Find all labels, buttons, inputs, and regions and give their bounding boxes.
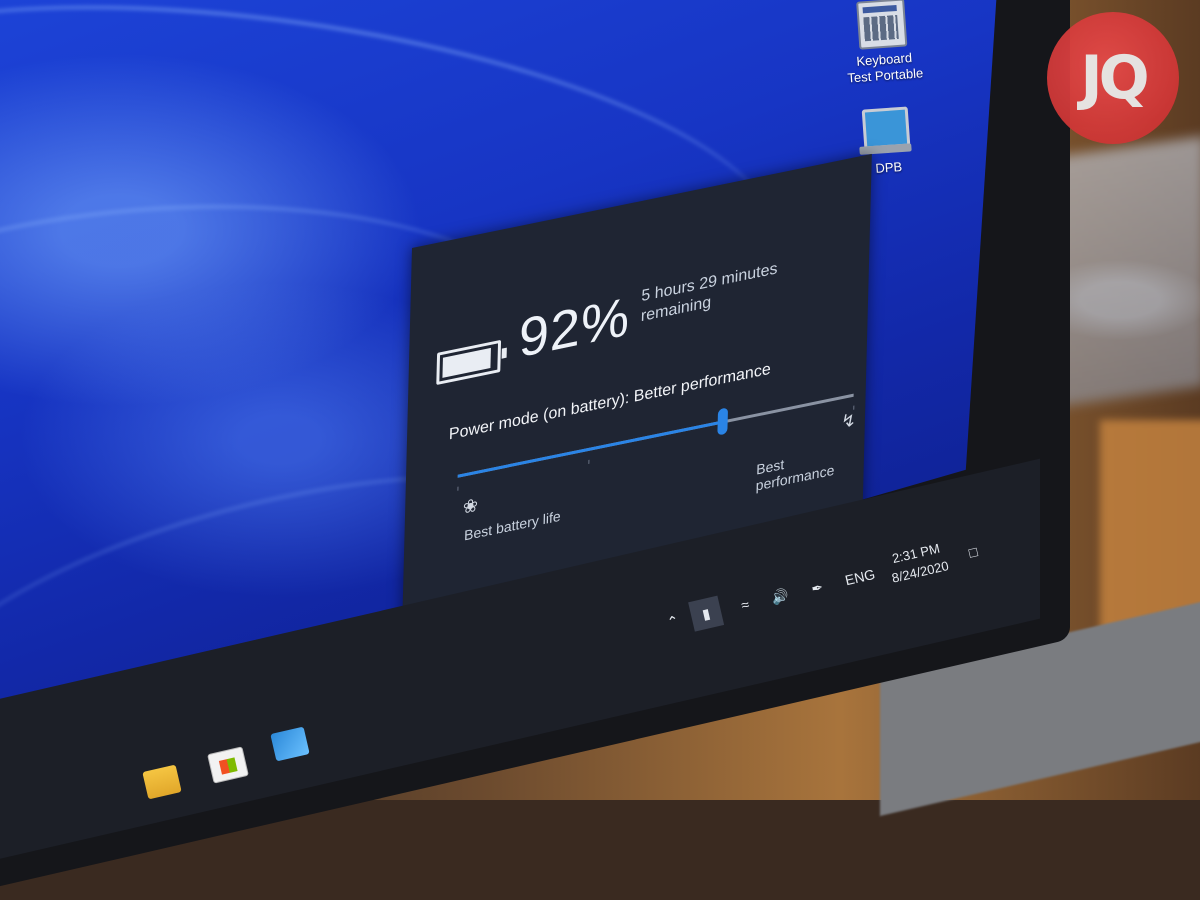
battery-icon xyxy=(436,339,502,386)
keyboard-app-icon xyxy=(856,0,908,50)
battery-level-fill xyxy=(442,347,491,378)
watermark-logo: JQ xyxy=(1047,12,1179,144)
time-remaining: 5 hours 29 minutes remaining xyxy=(640,260,778,326)
desktop-icon-keyboard-test[interactable]: Keyboard Test Portable xyxy=(835,0,931,87)
slider-tick xyxy=(457,486,459,491)
leaf-icon: ❀ xyxy=(462,494,479,518)
best-performance-label: Best performance xyxy=(755,455,835,494)
lightning-icon: ↯ xyxy=(840,409,857,433)
laptop-app-icon xyxy=(861,106,911,150)
watermark-text: JQ xyxy=(1080,43,1149,113)
slider-thumb[interactable] xyxy=(717,407,729,436)
battery-percent: 92% xyxy=(518,286,631,370)
slider-tick xyxy=(588,459,590,465)
best-battery-life-label: Best battery life xyxy=(463,507,561,544)
battery-settings-link[interactable]: Battery settings xyxy=(482,563,593,604)
